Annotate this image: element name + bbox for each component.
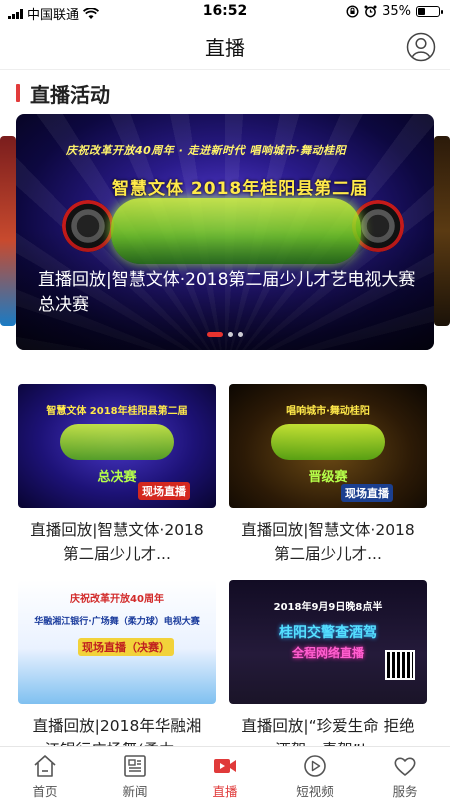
carousel-banner[interactable]: 庆祝改革开放40周年 · 走进新时代 唱响城市·舞动桂阳 智慧文体 2018年桂… (16, 114, 434, 350)
home-icon (34, 755, 56, 777)
card-title: 直播回放|智慧文体·2018第二届少儿才... (241, 521, 415, 563)
banner-caption: 直播回放|智慧文体·2018第二届少儿才艺电视大赛总决赛 (38, 270, 416, 315)
thumb-text: 晋级赛 (308, 470, 348, 485)
battery-icon (416, 6, 443, 17)
thumb-text: 2018年9月9日晚8点半 (273, 602, 383, 613)
nav-bar: 直播 (0, 24, 450, 70)
tab-short-video[interactable]: 短视频 (270, 747, 360, 800)
thumb-text: 庆祝改革开放40周年 (70, 594, 164, 605)
card-title: 直播回放|智慧文体·2018第二届少儿才... (30, 521, 204, 563)
tab-label: 服务 (392, 784, 418, 799)
banner-ribbon-top: 庆祝改革开放40周年 · 走进新时代 唱响城市·舞动桂阳 (66, 144, 347, 157)
live-card[interactable]: 庆祝改革开放40周年 华融湘江银行·广场舞（柔力球）电视大赛 现场直播（决赛） … (18, 580, 216, 762)
tab-news[interactable]: 新闻 (90, 747, 180, 800)
tab-bar: 首页 新闻 直播 短视频 服务 (0, 746, 450, 800)
banner-ribbon-main: 智慧文体 2018年桂阳县第二届 (112, 179, 369, 199)
card-thumbnail: 智慧文体 2018年桂阳县第二届 总决赛 现场直播 (18, 384, 216, 508)
thumb-tag: 现场直播 (341, 484, 393, 502)
thumb-text: 桂阳交警查酒驾 (279, 625, 377, 641)
carousel-dot[interactable] (228, 332, 233, 337)
status-bar: 中国联通 16:52 35% (0, 0, 450, 24)
user-circle-icon[interactable] (406, 32, 436, 62)
tab-home[interactable]: 首页 (0, 747, 90, 800)
live-card[interactable]: 智慧文体 2018年桂阳县第二届 总决赛 现场直播 直播回放|智慧文体·2018… (18, 384, 216, 566)
alarm-icon (364, 5, 377, 18)
live-carousel[interactable]: 庆祝改革开放40周年 · 走进新时代 唱响城市·舞动桂阳 智慧文体 2018年桂… (0, 114, 450, 350)
battery-percent: 35% (382, 4, 411, 19)
carousel-dot[interactable] (238, 332, 243, 337)
carousel-dot[interactable] (207, 332, 223, 337)
card-thumbnail: 2018年9月9日晚8点半 桂阳交警查酒驾 全程网络直播 (229, 580, 427, 704)
thumb-logo (271, 424, 385, 460)
tab-label: 直播 (212, 784, 238, 799)
thumb-tag: 现场直播 (138, 482, 190, 500)
card-thumbnail: 唱响城市·舞动桂阳 晋级赛 现场直播 (229, 384, 427, 508)
heart-icon (394, 757, 416, 776)
qr-code (385, 650, 415, 680)
thumb-text: 智慧文体 2018年桂阳县第二届 (46, 406, 188, 417)
live-card[interactable]: 2018年9月9日晚8点半 桂阳交警查酒驾 全程网络直播 直播回放|“珍爱生命 … (229, 580, 427, 762)
tab-label: 首页 (32, 784, 58, 799)
page-title: 直播 (205, 36, 245, 60)
tab-live[interactable]: 直播 (180, 747, 270, 800)
carousel-prev-slide[interactable] (0, 136, 16, 326)
thumb-text: 唱响城市·舞动桂阳 (286, 406, 370, 417)
status-right: 35% (346, 4, 443, 19)
section-title: 直播活动 (30, 82, 110, 107)
tab-label: 新闻 (122, 784, 148, 799)
news-icon (124, 755, 146, 777)
rotation-lock-icon (346, 5, 359, 18)
section-accent-bar (16, 84, 20, 102)
tab-label: 短视频 (296, 784, 334, 799)
live-card[interactable]: 唱响城市·舞动桂阳 晋级赛 现场直播 直播回放|智慧文体·2018第二届少儿才.… (229, 384, 427, 566)
play-circle-icon (304, 755, 326, 777)
thumb-text: 华融湘江银行·广场舞（柔力球）电视大赛 (34, 617, 200, 627)
thumb-logo (60, 424, 174, 460)
card-thumbnail: 庆祝改革开放40周年 华融湘江银行·广场舞（柔力球）电视大赛 现场直播（决赛） (18, 580, 216, 704)
carousel-next-slide[interactable] (434, 136, 450, 326)
live-video-icon (214, 759, 236, 773)
section-header: 直播活动 (16, 78, 110, 108)
thumb-tag: 现场直播（决赛） (78, 638, 174, 656)
carousel-pagination[interactable] (0, 332, 450, 337)
tab-service[interactable]: 服务 (360, 747, 450, 800)
